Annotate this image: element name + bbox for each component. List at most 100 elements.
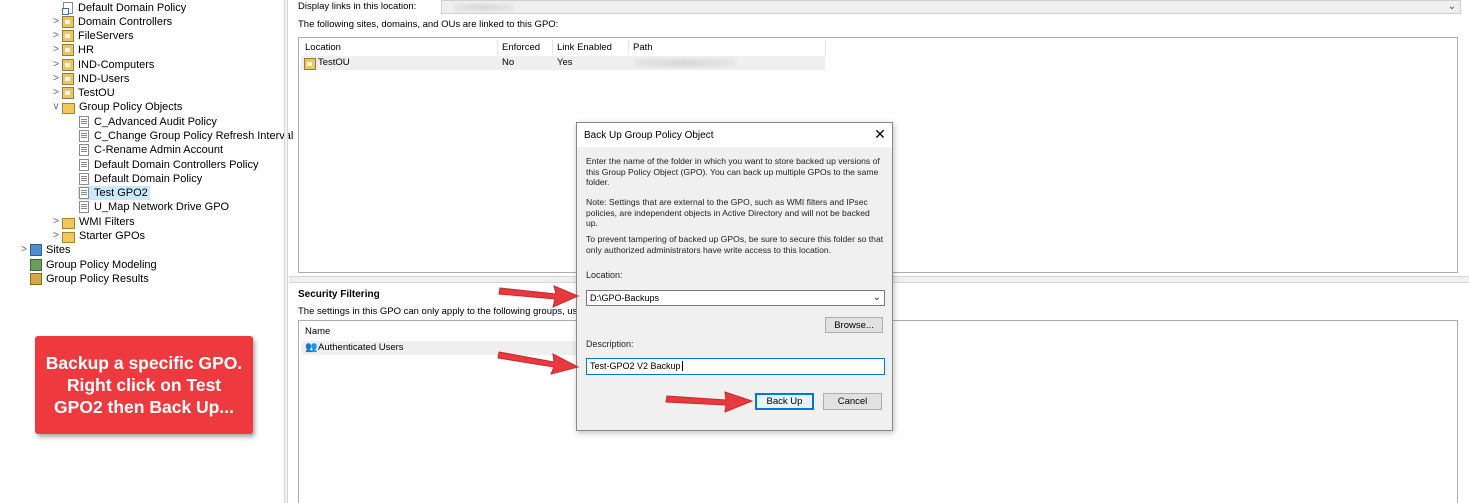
tree-item-ind-users[interactable]: > IND-Users [50, 72, 129, 86]
tree-item-gpo[interactable]: Default Domain Policy [78, 172, 202, 186]
gpo-icon [79, 187, 89, 199]
chevron-right-icon[interactable]: > [50, 43, 62, 57]
pane-splitter[interactable] [284, 0, 288, 503]
tree-item-wmi-filters[interactable]: > WMI Filters [50, 215, 135, 229]
back-up-button[interactable]: Back Up [755, 393, 814, 410]
dialog-warning: To prevent tampering of backed up GPOs, … [586, 234, 884, 255]
tree-item-label: Starter GPOs [79, 230, 146, 242]
tree-item-gpo[interactable]: C_Change Group Policy Refresh Interval [78, 129, 293, 143]
column-location[interactable]: Location [305, 42, 341, 53]
column-divider [628, 40, 629, 54]
linked-locations-label: The following sites, domains, and OUs ar… [298, 19, 559, 30]
chevron-right-icon[interactable]: > [50, 58, 62, 72]
tree-item-fileservers[interactable]: > FileServers [50, 29, 134, 43]
close-icon[interactable]: ✕ [873, 126, 887, 143]
folder-icon [62, 217, 75, 229]
tree-item-label: IND-Users [78, 73, 130, 85]
chevron-right-icon[interactable]: > [18, 243, 30, 257]
tree-item-default-domain-policy-link[interactable]: Default Domain Policy [50, 1, 186, 15]
tree-item-label: HR [78, 44, 94, 56]
redacted-domain [454, 4, 514, 11]
chevron-right-icon[interactable]: > [50, 15, 62, 29]
table-row[interactable]: TestOU No Yes [301, 56, 825, 70]
gpo-icon [79, 116, 89, 128]
location-value: D:\GPO-Backups [590, 293, 660, 303]
tree-item-gpo[interactable]: U_Map Network Drive GPO [78, 200, 229, 214]
description-value: Test-GPO2 V2 Backup [590, 361, 681, 371]
tree-item-ind-computers[interactable]: > IND-Computers [50, 58, 154, 72]
tree-item-label: IND-Computers [78, 59, 155, 71]
backup-gpo-dialog: Back Up Group Policy Object ✕ Enter the … [576, 122, 893, 431]
sites-icon [30, 244, 42, 256]
tree-item-label: Domain Controllers [78, 16, 173, 28]
tree-item-sites[interactable]: > Sites [18, 243, 70, 257]
column-enforced[interactable]: Enforced [502, 42, 540, 53]
display-links-label: Display links in this location: [298, 1, 417, 12]
tree-item-gpo[interactable]: C_Advanced Audit Policy [78, 115, 217, 129]
ou-icon [62, 87, 74, 99]
tree-item-hr[interactable]: > HR [50, 43, 94, 57]
tree-item-testou[interactable]: > TestOU [50, 86, 115, 100]
gpo-icon [79, 159, 89, 171]
folder-icon [62, 102, 75, 114]
tree-item-label: Default Domain Controllers Policy [94, 159, 259, 171]
tree-item-label: C-Rename Admin Account [94, 144, 224, 156]
tree-item-label: TestOU [78, 87, 115, 99]
tree-item-label: FileServers [78, 30, 134, 42]
chevron-right-icon[interactable]: > [50, 29, 62, 43]
tree-item-label: Test GPO2 [94, 187, 148, 199]
display-links-dropdown[interactable]: ⌄ [441, 0, 1461, 14]
tree-item-label: Sites [46, 244, 71, 256]
tree-item-gpo[interactable]: C-Rename Admin Account [78, 143, 223, 157]
tree-item-test-gpo2-selected[interactable]: Test GPO2 [78, 186, 150, 200]
tree-item-label: Group Policy Objects [79, 101, 183, 113]
browse-button[interactable]: Browse... [825, 317, 883, 333]
column-divider [825, 40, 826, 54]
chevron-down-icon[interactable]: ⌄ [873, 291, 881, 305]
chevron-right-icon[interactable]: > [50, 229, 62, 243]
security-filtering-heading: Security Filtering [298, 289, 380, 300]
column-name[interactable]: Name [305, 326, 330, 337]
folder-icon [62, 231, 75, 243]
dialog-titlebar[interactable]: Back Up Group Policy Object ✕ [577, 123, 892, 147]
chevron-down-icon[interactable]: v [50, 100, 62, 114]
row-enforced: No [502, 57, 515, 68]
ou-icon [62, 44, 74, 56]
column-path[interactable]: Path [633, 42, 653, 53]
tree-item-domain-controllers[interactable]: > Domain Controllers [50, 15, 172, 29]
chevron-right-icon[interactable]: > [50, 86, 62, 100]
column-link-enabled[interactable]: Link Enabled [557, 42, 612, 53]
console-tree: Default Domain Policy > Domain Controlle… [0, 0, 293, 503]
linked-gpo-icon [62, 2, 73, 15]
column-divider [497, 40, 498, 54]
arrow-to-backup-button-icon [665, 391, 754, 413]
row-name: Authenticated Users [318, 342, 404, 353]
cancel-button[interactable]: Cancel [823, 393, 882, 410]
text-caret [681, 361, 683, 371]
location-combobox[interactable]: D:\GPO-Backups ⌄ [586, 290, 885, 306]
users-icon: 👥 [305, 342, 318, 353]
row-location: TestOU [318, 57, 350, 68]
tree-item-label: Group Policy Results [46, 273, 149, 285]
dialog-instructions: Enter the name of the folder in which yo… [586, 156, 880, 187]
description-input[interactable]: Test-GPO2 V2 Backup [586, 358, 885, 375]
tree-item-group-policy-objects[interactable]: v Group Policy Objects [50, 100, 182, 114]
ou-icon [62, 16, 74, 28]
chevron-right-icon[interactable]: > [50, 72, 62, 86]
tree-item-label: Default Domain Policy [94, 173, 203, 185]
tree-item-group-policy-modeling[interactable]: Group Policy Modeling [30, 258, 157, 272]
description-label: Description: [586, 339, 634, 349]
chevron-down-icon: ⌄ [1447, 1, 1456, 12]
tree-item-label: Group Policy Modeling [46, 259, 157, 271]
tree-item-starter-gpos[interactable]: > Starter GPOs [50, 229, 145, 243]
gpo-icon [79, 144, 89, 156]
tree-item-label: WMI Filters [79, 216, 135, 228]
dialog-note: Note: Settings that are external to the … [586, 197, 870, 228]
chevron-right-icon[interactable]: > [50, 215, 62, 229]
redacted-path [635, 59, 735, 67]
tree-item-gpo[interactable]: Default Domain Controllers Policy [78, 158, 258, 172]
location-label: Location: [586, 270, 623, 280]
tree-item-label: C_Change Group Policy Refresh Interval [94, 130, 294, 142]
tree-item-group-policy-results[interactable]: Group Policy Results [30, 272, 149, 286]
results-icon [30, 273, 42, 285]
